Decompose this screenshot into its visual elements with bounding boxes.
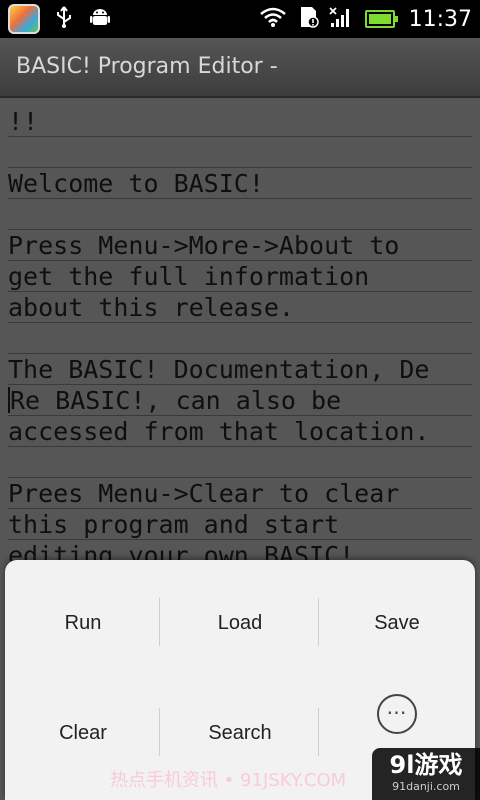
- load-button[interactable]: Load: [162, 568, 318, 678]
- save-button[interactable]: Save: [319, 568, 475, 678]
- watermark-logo: 9l游戏 91danji.com: [372, 748, 480, 800]
- menu-divider: [318, 598, 319, 646]
- page-title: BASIC! Program Editor -: [16, 54, 278, 79]
- watermark-url: 91danji.com: [392, 780, 460, 793]
- watermark-text: 热点手机资讯 • 91JSKY.COM: [110, 770, 347, 791]
- save-label: Save: [374, 611, 420, 634]
- sd-card-icon: [297, 5, 319, 33]
- usb-icon: [54, 5, 74, 33]
- title-bar: BASIC! Program Editor -: [0, 38, 480, 98]
- status-time: 11:37: [408, 6, 472, 32]
- clear-label: Clear: [59, 721, 107, 744]
- app-icon: [8, 4, 40, 34]
- android-debug-icon: [88, 5, 112, 33]
- run-label: Run: [64, 611, 102, 634]
- status-bar: 11:37: [0, 0, 480, 38]
- search-label: Search: [208, 721, 272, 744]
- watermark-brand: 9l游戏: [389, 751, 463, 779]
- wifi-icon: [259, 6, 287, 32]
- battery-icon: [364, 10, 398, 28]
- menu-divider: [159, 708, 160, 756]
- no-signal-icon: [328, 5, 355, 33]
- run-button[interactable]: Run: [5, 568, 161, 678]
- menu-divider: [159, 598, 160, 646]
- more-icon: ⋯: [377, 694, 417, 734]
- load-label: Load: [217, 611, 263, 634]
- menu-divider: [318, 708, 319, 756]
